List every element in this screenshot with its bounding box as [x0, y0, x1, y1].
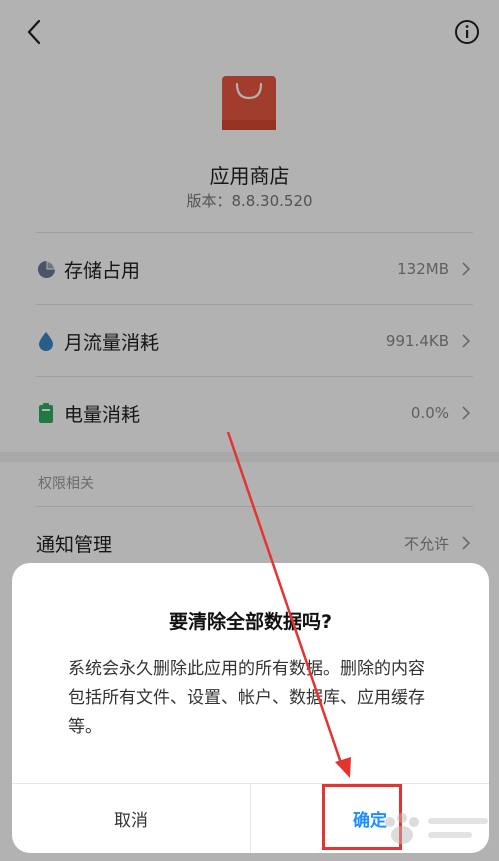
cancel-button[interactable]: 取消 [12, 784, 250, 853]
watermark-logo [385, 813, 488, 844]
dialog-title: 要清除全部数据吗? [168, 611, 333, 633]
dialog-message: 系统会永久删除此应用的所有数据。删除的内容包括所有文件、设置、帐户、数据库、应用… [68, 659, 425, 737]
